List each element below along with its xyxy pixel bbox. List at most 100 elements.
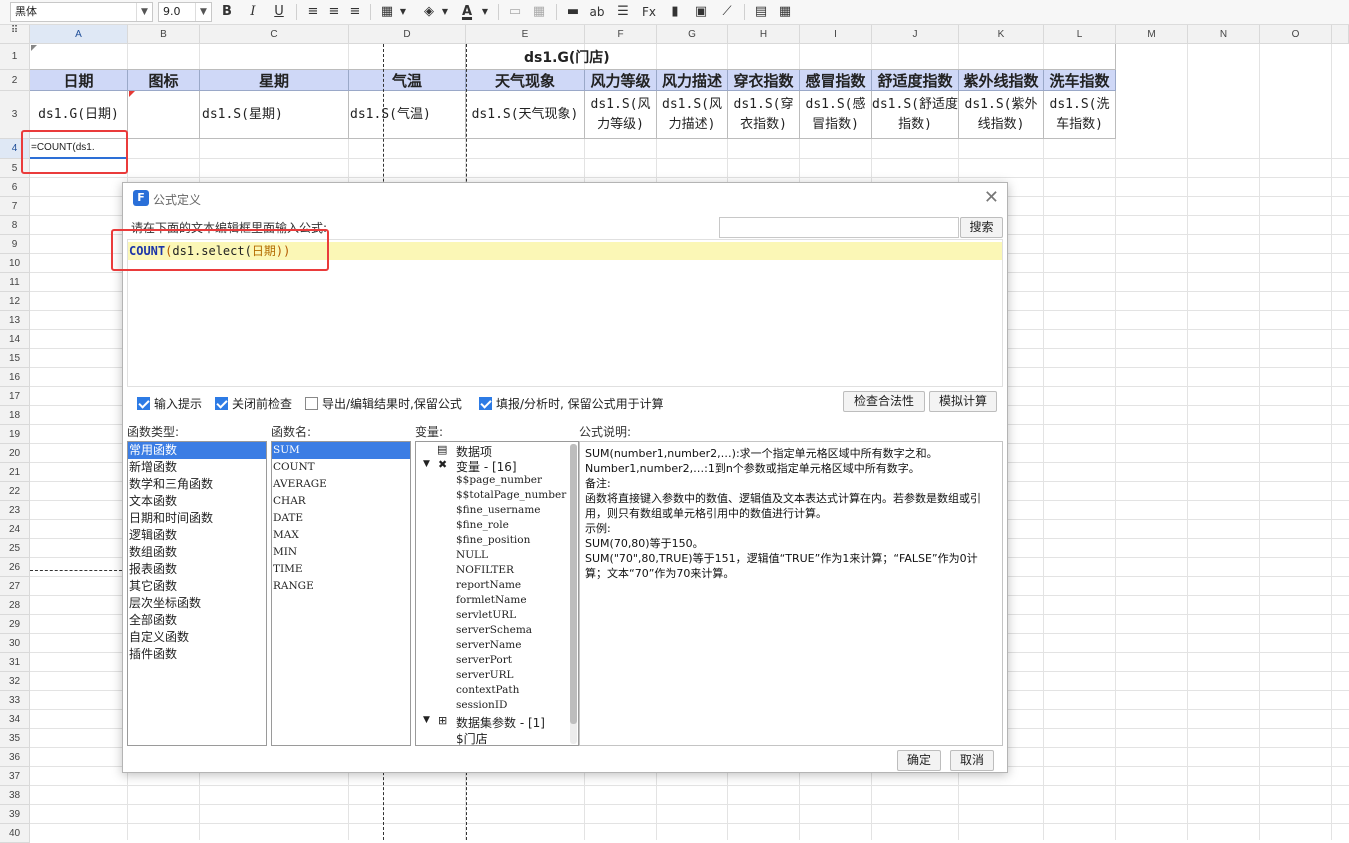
check-before-close-checkbox[interactable]: 关闭前检查 [215, 395, 292, 412]
list-item[interactable]: TIME [272, 561, 410, 578]
sub-report-icon[interactable]: ▤ [752, 3, 770, 21]
tree-node-variables[interactable]: 变量 - [16] [456, 458, 517, 475]
list-item[interactable]: 逻辑函数 [128, 527, 266, 544]
image-icon[interactable]: ▣ [692, 3, 710, 21]
column-header[interactable]: I [800, 25, 872, 44]
list-item[interactable]: 报表函数 [128, 561, 266, 578]
list-item[interactable]: 自定义函数 [128, 629, 266, 646]
list-item[interactable]: DATE [272, 510, 410, 527]
list-item[interactable]: 全部函数 [128, 612, 266, 629]
input-hint-checkbox[interactable]: 输入提示 [137, 395, 202, 412]
column-header[interactable]: A [30, 25, 128, 44]
slash-icon[interactable]: ⟋ [718, 3, 736, 21]
data-cell[interactable]: ds1.S(风力描述) [657, 91, 728, 139]
list-item[interactable]: SUM [272, 442, 410, 459]
row-header[interactable]: 35 [0, 729, 30, 748]
search-input[interactable] [719, 217, 959, 238]
row-header[interactable]: 24 [0, 520, 30, 539]
chevron-down-icon[interactable]: ▼ [195, 3, 211, 21]
chevron-down-icon[interactable]: ▼ [423, 459, 430, 469]
tree-node-variable[interactable]: serverName [456, 639, 521, 651]
close-icon[interactable]: ✕ [984, 187, 999, 208]
list-item[interactable]: MIN [272, 544, 410, 561]
row-header[interactable]: 6 [0, 178, 30, 197]
column-header[interactable]: C [200, 25, 349, 44]
list-item[interactable]: RANGE [272, 578, 410, 595]
bold-button[interactable]: B [218, 3, 236, 21]
row-header[interactable]: 16 [0, 368, 30, 387]
row-header[interactable]: 22 [0, 482, 30, 501]
tree-node-variable[interactable]: $fine_role [456, 519, 509, 531]
insert-row-icon[interactable]: ▬ [564, 3, 582, 21]
tree-node-variable[interactable]: $fine_username [456, 504, 541, 516]
column-header[interactable]: J [872, 25, 959, 44]
header-cell[interactable]: 图标 [128, 70, 200, 91]
data-cell[interactable]: ds1.S(洗车指数) [1044, 91, 1116, 139]
chevron-down-icon[interactable]: ▼ [436, 3, 454, 21]
list-item[interactable]: 插件函数 [128, 646, 266, 663]
paragraph-icon[interactable]: ☰ [614, 3, 632, 21]
chevron-down-icon[interactable]: ▼ [423, 715, 430, 725]
header-cell[interactable]: 风力等级 [585, 70, 657, 91]
table-icon[interactable]: ▦ [776, 3, 794, 21]
checkbox-checked-icon[interactable] [479, 397, 492, 410]
row-header[interactable]: 21 [0, 463, 30, 482]
column-header[interactable]: N [1188, 25, 1260, 44]
keep-formula-fill-checkbox[interactable]: 填报/分析时, 保留公式用于计算 [479, 395, 664, 412]
header-cell[interactable]: 星期 [200, 70, 349, 91]
unmerge-cells-icon[interactable]: ▦ [530, 3, 548, 21]
column-header[interactable]: G [657, 25, 728, 44]
list-item[interactable]: 其它函数 [128, 578, 266, 595]
font-size-select[interactable]: 9.0 ▼ [158, 2, 212, 22]
tree-node-variable[interactable]: serverPort [456, 654, 512, 666]
row-header[interactable]: 13 [0, 311, 30, 330]
header-cell[interactable]: 感冒指数 [800, 70, 872, 91]
checkbox-unchecked-icon[interactable] [305, 397, 318, 410]
tree-node-variable[interactable]: $$page_number [456, 474, 542, 486]
data-cell[interactable]: ds1.S(天气现象) [466, 91, 585, 139]
row-header[interactable]: 1 [0, 44, 30, 70]
row-header[interactable]: 18 [0, 406, 30, 425]
font-color-button[interactable]: A [458, 3, 476, 21]
list-item[interactable]: COUNT [272, 459, 410, 476]
column-header[interactable]: K [959, 25, 1044, 44]
row-header[interactable]: 31 [0, 653, 30, 672]
row-header[interactable]: 15 [0, 349, 30, 368]
row-header[interactable]: 39 [0, 805, 30, 824]
cell-a1[interactable] [30, 44, 466, 70]
row-header[interactable]: 17 [0, 387, 30, 406]
row-header[interactable]: 19 [0, 425, 30, 444]
header-cell[interactable]: 风力描述 [657, 70, 728, 91]
tree-node-variable[interactable]: serverURL [456, 669, 514, 681]
row-header[interactable]: 36 [0, 748, 30, 767]
list-item[interactable]: 新增函数 [128, 459, 266, 476]
list-item[interactable]: 数组函数 [128, 544, 266, 561]
list-item[interactable]: 常用函数 [128, 442, 266, 459]
chevron-down-icon[interactable]: ▼ [476, 3, 494, 21]
header-cell[interactable]: 舒适度指数 [872, 70, 959, 91]
header-cell[interactable]: 穿衣指数 [728, 70, 800, 91]
column-header[interactable]: L [1044, 25, 1116, 44]
variable-tree[interactable]: ▤ 数据项 ▼ ✖ 变量 - [16] $$page_number $$total… [415, 441, 579, 746]
ok-button[interactable]: 确定 [897, 750, 941, 771]
row-header[interactable]: 25 [0, 539, 30, 558]
header-cell[interactable]: 气温 [349, 70, 466, 91]
data-cell[interactable]: ds1.S(感冒指数) [800, 91, 872, 139]
header-cell[interactable]: 紫外线指数 [959, 70, 1044, 91]
data-cell[interactable]: ds1.S(气温) [349, 91, 466, 139]
tree-node-variable[interactable]: NOFILTER [456, 564, 514, 576]
row-header[interactable]: 20 [0, 444, 30, 463]
list-item[interactable]: MAX [272, 527, 410, 544]
row-header[interactable]: 12 [0, 292, 30, 311]
row-header[interactable]: 8 [0, 216, 30, 235]
align-center-icon[interactable]: ≡ [325, 3, 343, 21]
simulate-button[interactable]: 模拟计算 [929, 391, 997, 412]
dialog-titlebar[interactable]: F 公式定义 ✕ [123, 183, 1007, 213]
data-cell[interactable]: ds1.S(紫外线指数) [959, 91, 1044, 139]
search-button[interactable]: 搜索 [960, 217, 1003, 238]
func-name-list[interactable]: SUM COUNT AVERAGE CHAR DATE MAX MIN TIME… [271, 441, 411, 746]
title-cell[interactable]: ds1.G(门店) [466, 44, 1116, 70]
list-item[interactable]: 文本函数 [128, 493, 266, 510]
row-header[interactable]: 14 [0, 330, 30, 349]
tree-node-param[interactable]: $门店 [456, 730, 488, 745]
